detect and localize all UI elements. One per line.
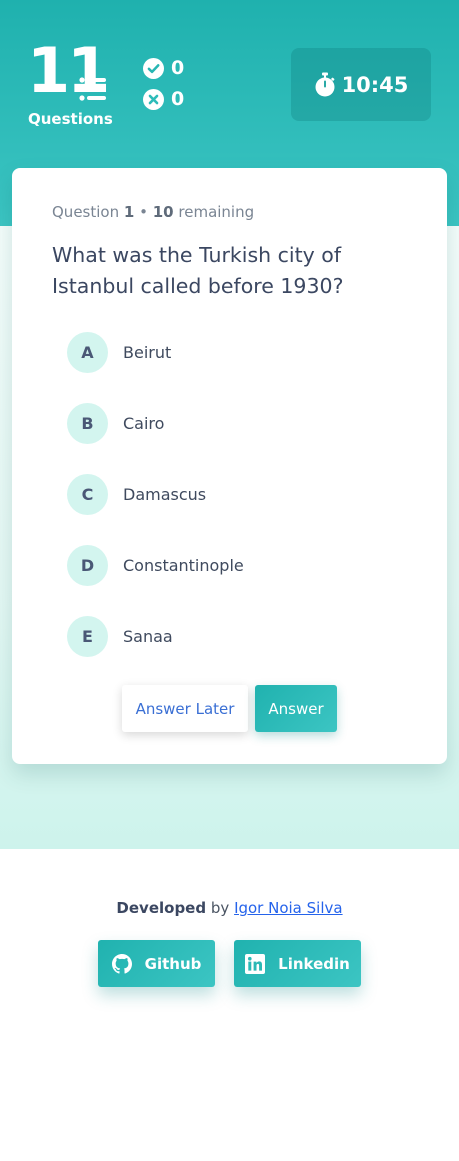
remaining-count: 10 bbox=[152, 203, 174, 221]
question-text: What was the Turkish city of Istanbul ca… bbox=[52, 243, 344, 298]
option-label: Constantinople bbox=[123, 555, 244, 575]
github-button[interactable]: Github bbox=[98, 940, 215, 987]
check-circle-icon bbox=[143, 57, 164, 79]
author-link[interactable]: Igor Noia Silva bbox=[234, 899, 343, 917]
option-d[interactable]: D Constantinople bbox=[67, 544, 244, 586]
stopwatch-icon bbox=[315, 72, 335, 96]
timer-value: 10:45 bbox=[341, 72, 409, 97]
github-label: Github bbox=[144, 954, 202, 973]
answer-button[interactable]: Answer bbox=[255, 685, 337, 732]
option-label: Cairo bbox=[123, 413, 165, 433]
option-label: Beirut bbox=[123, 342, 172, 362]
option-a[interactable]: A Beirut bbox=[67, 331, 171, 373]
progress-separator: • bbox=[139, 203, 148, 221]
option-letter: E bbox=[67, 615, 108, 657]
correct-answers-stat: 0 bbox=[143, 57, 184, 79]
by-label: by bbox=[210, 899, 230, 917]
option-letter: D bbox=[67, 544, 108, 586]
option-label: Sanaa bbox=[123, 626, 173, 646]
question-card: Question 1 • 10 remaining What was the T… bbox=[12, 168, 447, 764]
quiz-header: 11 Questions 0 0 10:45 bbox=[0, 0, 459, 160]
github-icon bbox=[111, 953, 132, 974]
developer-credit: Developed by Igor Noia Silva bbox=[0, 898, 459, 918]
linkedin-icon bbox=[245, 953, 266, 974]
remaining-label: remaining bbox=[178, 203, 255, 221]
option-c[interactable]: C Damascus bbox=[67, 473, 206, 515]
correct-count: 0 bbox=[171, 57, 185, 79]
wrong-answers-stat: 0 bbox=[143, 88, 184, 110]
linkedin-button[interactable]: Linkedin bbox=[234, 940, 361, 987]
answer-later-button[interactable]: Answer Later bbox=[122, 685, 248, 732]
countdown-timer: 10:45 bbox=[291, 48, 431, 121]
list-icon bbox=[79, 77, 106, 101]
question-prefix: Question bbox=[52, 203, 120, 221]
option-letter: A bbox=[67, 331, 108, 373]
wrong-count: 0 bbox=[171, 88, 185, 110]
option-e[interactable]: E Sanaa bbox=[67, 615, 173, 657]
option-letter: C bbox=[67, 473, 108, 515]
option-letter: B bbox=[67, 402, 108, 444]
linkedin-label: Linkedin bbox=[278, 954, 350, 973]
option-b[interactable]: B Cairo bbox=[67, 402, 164, 444]
option-label: Damascus bbox=[123, 484, 207, 504]
developed-label: Developed bbox=[116, 899, 207, 917]
question-progress: Question 1 • 10 remaining bbox=[52, 203, 254, 221]
question-count-label: Questions bbox=[28, 110, 113, 128]
current-question-number: 1 bbox=[123, 203, 135, 221]
x-circle-icon bbox=[143, 88, 164, 110]
